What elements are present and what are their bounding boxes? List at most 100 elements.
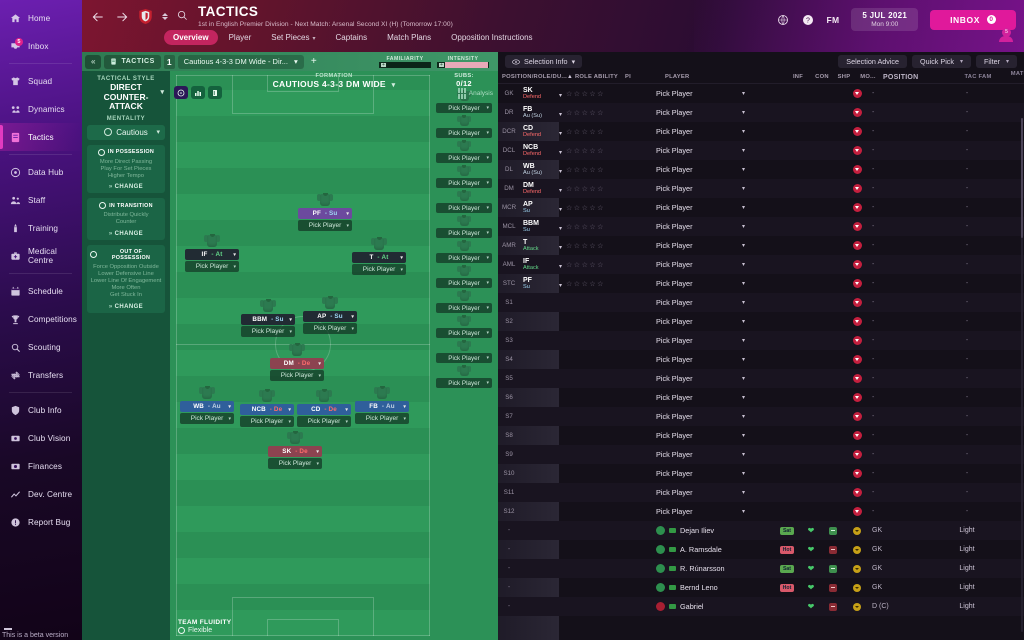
sidebar-item-medical-centre[interactable]: Medical Centre xyxy=(0,242,82,270)
table-row[interactable]: DRFBAu (Su)▾☆☆☆☆☆Pick Player▾----- xyxy=(498,103,1024,122)
sub-pick-player-dropdown[interactable]: Pick Player▾ xyxy=(436,153,492,163)
sidebar-item-home[interactable]: Home xyxy=(0,4,82,32)
sub-pick-player-dropdown[interactable]: Pick Player▾ xyxy=(436,228,492,238)
row-pick-player-dropdown[interactable]: Pick Player▾ xyxy=(654,89,774,98)
sidebar-item-staff[interactable]: Staff xyxy=(0,186,82,214)
sub-pick-player-dropdown[interactable]: Pick Player▾ xyxy=(436,103,492,113)
inbox-continue-button[interactable]: INBOX 0 xyxy=(930,10,1016,30)
row-pick-player-dropdown[interactable]: Pick Player▾ xyxy=(654,469,774,478)
sub-pick-player-dropdown[interactable]: Pick Player▾ xyxy=(436,128,492,138)
table-row-sub[interactable]: S3Pick Player▾----- xyxy=(498,331,1024,350)
table-row-sub[interactable]: S9Pick Player▾----- xyxy=(498,445,1024,464)
tactics-tab[interactable]: TACTICS xyxy=(104,55,160,69)
phase-change-button[interactable]: »CHANGE xyxy=(90,304,162,310)
table-row[interactable]: MCLBBMSu▾☆☆☆☆☆Pick Player▾----- xyxy=(498,217,1024,236)
table-row[interactable]: DLWBAu (Su)▾☆☆☆☆☆Pick Player▾----- xyxy=(498,160,1024,179)
col-position-role-duty[interactable]: POSITION/ROLE/DU... xyxy=(502,74,567,80)
row-role-dropdown[interactable]: DMDefend▾ xyxy=(520,182,564,196)
row-pick-player-dropdown[interactable]: Pick Player▾ xyxy=(654,431,774,440)
pitch-role-dropdown[interactable]: BBM - Su▾ xyxy=(241,314,295,325)
row-pick-player-dropdown[interactable]: Pick Player▾ xyxy=(654,184,774,193)
table-row-sub[interactable]: S8Pick Player▾----- xyxy=(498,426,1024,445)
filter-dropdown[interactable]: Filter ▾ xyxy=(976,55,1017,68)
tab-opposition-instructions[interactable]: Opposition Instructions xyxy=(442,30,541,45)
forward-arrow-icon[interactable] xyxy=(114,9,129,24)
pitch-pick-player-dropdown[interactable]: Pick Player▾ xyxy=(240,416,294,427)
row-pick-player-dropdown[interactable]: Pick Player▾ xyxy=(654,241,774,250)
table-row[interactable]: DMDMDefend▾☆☆☆☆☆Pick Player▾----- xyxy=(498,179,1024,198)
row-pick-player-dropdown[interactable]: Pick Player▾ xyxy=(654,393,774,402)
pitch-pick-player-dropdown[interactable]: Pick Player▾ xyxy=(185,261,239,272)
row-player-name-cell[interactable]: Bernd Leno xyxy=(654,583,774,592)
pitch-pick-player-dropdown[interactable]: Pick Player▾ xyxy=(180,413,234,424)
table-row[interactable]: MCRAPSu▾☆☆☆☆☆Pick Player▾----- xyxy=(498,198,1024,217)
back-arrow-icon[interactable] xyxy=(90,9,105,24)
table-row-player[interactable]: -Gabriel❤D (C)Light--- xyxy=(498,597,1024,616)
sidebar-item-schedule[interactable]: Schedule xyxy=(0,277,82,305)
pitch-pick-player-dropdown[interactable]: Pick Player▾ xyxy=(241,326,295,337)
row-pick-player-dropdown[interactable]: Pick Player▾ xyxy=(654,203,774,212)
quick-pick-dropdown[interactable]: Quick Pick ▾ xyxy=(912,55,971,68)
table-row-sub[interactable]: S11Pick Player▾----- xyxy=(498,483,1024,502)
sidebar-item-training[interactable]: Training xyxy=(0,214,82,242)
mentality-dropdown[interactable]: Cautious ▾ xyxy=(87,125,165,140)
selection-advice-button[interactable]: Selection Advice xyxy=(838,55,907,68)
search-icon[interactable] xyxy=(177,10,188,23)
table-row[interactable]: STCPFSu▾☆☆☆☆☆Pick Player▾----- xyxy=(498,274,1024,293)
row-pick-player-dropdown[interactable]: Pick Player▾ xyxy=(654,222,774,231)
table-row-player[interactable]: -Dejan IlievSat❤GKLight--- xyxy=(498,521,1024,540)
sidebar-item-inbox[interactable]: Inbox5 xyxy=(0,32,82,60)
table-row[interactable]: GKSKDefend▾☆☆☆☆☆Pick Player▾----- xyxy=(498,84,1024,103)
pitch-role-dropdown[interactable]: T - At▾ xyxy=(352,252,406,263)
pitch-pick-player-dropdown[interactable]: Pick Player▾ xyxy=(268,458,322,469)
pitch-role-dropdown[interactable]: CD - De▾ xyxy=(297,404,351,415)
sidebar-item-finances[interactable]: Finances xyxy=(0,452,82,480)
pitch-view-cards-icon[interactable] xyxy=(208,86,222,99)
row-role-dropdown[interactable]: PFSu▾ xyxy=(520,277,564,291)
tab-overview[interactable]: Overview xyxy=(164,30,218,45)
globe-icon[interactable] xyxy=(777,13,790,26)
col-tac-fam[interactable]: TAC FAM xyxy=(955,74,1001,80)
sidebar-item-scouting[interactable]: Scouting xyxy=(0,333,82,361)
table-row[interactable]: DCRCDDefend▾☆☆☆☆☆Pick Player▾----- xyxy=(498,122,1024,141)
row-pick-player-dropdown[interactable]: Pick Player▾ xyxy=(654,355,774,364)
tactical-style-value[interactable]: DIRECT COUNTER-ATTACK ▾ xyxy=(87,83,165,112)
table-row-sub[interactable]: S5Pick Player▾----- xyxy=(498,369,1024,388)
row-pick-player-dropdown[interactable]: Pick Player▾ xyxy=(654,374,774,383)
sidebar-item-dev-centre[interactable]: Dev. Centre xyxy=(0,480,82,508)
col-mo[interactable]: MO... xyxy=(855,74,881,80)
sidebar-item-transfers[interactable]: Transfers xyxy=(0,361,82,389)
pitch-role-dropdown[interactable]: WB - Au▾ xyxy=(180,401,234,412)
help-icon[interactable]: ? xyxy=(802,13,815,26)
game-date-display[interactable]: 5 JUL 2021 Mon 9:00 xyxy=(851,8,918,31)
row-player-name-cell[interactable]: R. Rúnarsson xyxy=(654,564,774,573)
sidebar-item-club-vision[interactable]: Club Vision xyxy=(0,424,82,452)
scrollbar-thumb[interactable] xyxy=(1021,118,1024,238)
row-role-dropdown[interactable]: SKDefend▾ xyxy=(520,87,564,101)
table-row[interactable]: AMLIFAttack▾☆☆☆☆☆Pick Player▾----- xyxy=(498,255,1024,274)
row-role-dropdown[interactable]: APSu▾ xyxy=(520,201,564,215)
pitch-pick-player-dropdown[interactable]: Pick Player▾ xyxy=(297,416,351,427)
table-row-sub[interactable]: S12Pick Player▾----- xyxy=(498,502,1024,521)
sub-pick-player-dropdown[interactable]: Pick Player▾ xyxy=(436,378,492,388)
table-row[interactable]: DCLNCBDefend▾☆☆☆☆☆Pick Player▾----- xyxy=(498,141,1024,160)
sidebar-item-report-bug[interactable]: Report Bug xyxy=(0,508,82,536)
row-pick-player-dropdown[interactable]: Pick Player▾ xyxy=(654,146,774,155)
tactic-name-dropdown[interactable]: Cautious 4-3-3 DM Wide - Dir... ▾ xyxy=(178,55,304,69)
pitch-role-dropdown[interactable]: IF - At▾ xyxy=(185,249,239,260)
phase-change-button[interactable]: »CHANGE xyxy=(90,231,162,237)
col-con[interactable]: CON xyxy=(811,74,833,80)
table-row-sub[interactable]: S2Pick Player▾----- xyxy=(498,312,1024,331)
table-scrollbar[interactable] xyxy=(1021,118,1024,632)
row-role-dropdown[interactable]: NCBDefend▾ xyxy=(520,144,564,158)
row-pick-player-dropdown[interactable]: Pick Player▾ xyxy=(654,279,774,288)
sub-pick-player-dropdown[interactable]: Pick Player▾ xyxy=(436,303,492,313)
row-pick-player-dropdown[interactable]: Pick Player▾ xyxy=(654,412,774,421)
row-role-dropdown[interactable]: WBAu (Su)▾ xyxy=(520,163,564,177)
sub-pick-player-dropdown[interactable]: Pick Player▾ xyxy=(436,328,492,338)
pitch-role-dropdown[interactable]: NCB - De▾ xyxy=(240,404,294,415)
table-row-sub[interactable]: S1Pick Player▾----- xyxy=(498,293,1024,312)
sub-pick-player-dropdown[interactable]: Pick Player▾ xyxy=(436,203,492,213)
pitch-pick-player-dropdown[interactable]: Pick Player▾ xyxy=(270,370,324,381)
table-row-sub[interactable]: S10Pick Player▾----- xyxy=(498,464,1024,483)
